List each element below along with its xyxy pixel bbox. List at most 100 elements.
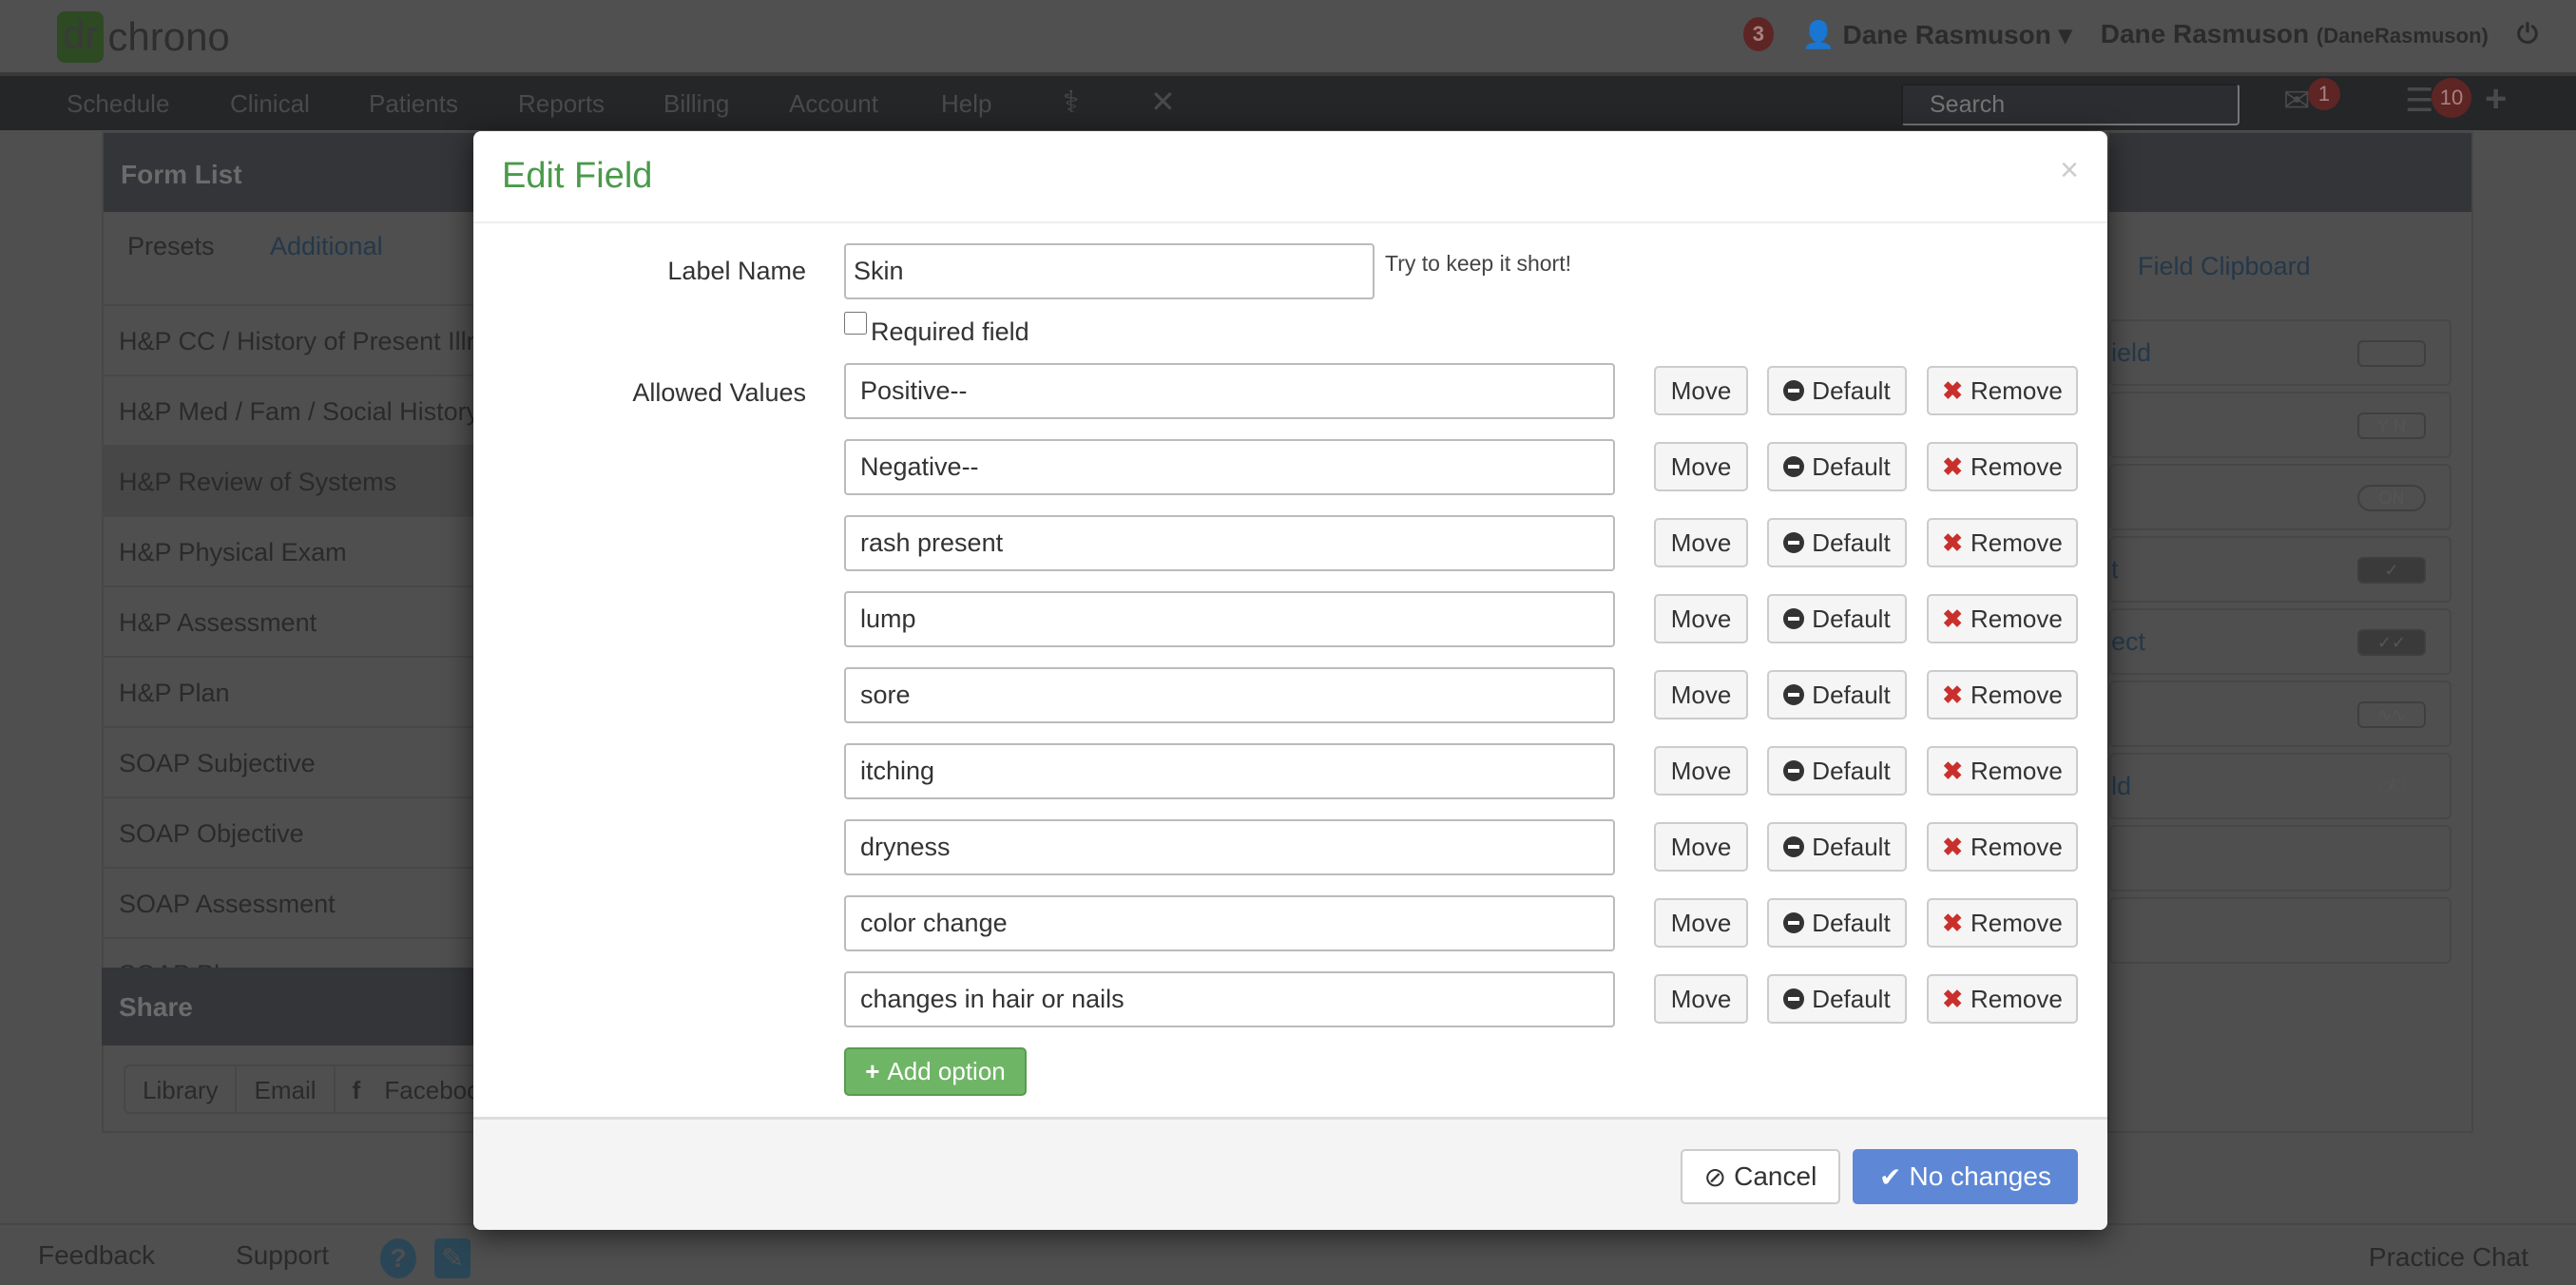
email-button[interactable]: Email bbox=[237, 1066, 336, 1112]
list-item[interactable]: H&P CC / History of Present Illness bbox=[104, 304, 490, 374]
list-item[interactable]: H&P Review of Systems bbox=[104, 445, 490, 515]
practice-chat-link[interactable]: Practice Chat bbox=[2369, 1242, 2528, 1273]
move-button[interactable]: Move bbox=[1654, 594, 1748, 643]
nav-account[interactable]: Account bbox=[789, 89, 878, 119]
library-button[interactable]: Library bbox=[125, 1066, 238, 1112]
move-button[interactable]: Move bbox=[1654, 822, 1748, 872]
close-icon[interactable]: × bbox=[2060, 152, 2079, 189]
field-type-text[interactable]: ield bbox=[2109, 319, 2451, 386]
remove-button[interactable]: ✖ Remove bbox=[1927, 746, 2078, 796]
minus-circle-icon bbox=[1783, 532, 1805, 553]
field-type-yes-no[interactable]: Y N bbox=[2109, 392, 2451, 458]
remove-x-icon: ✖ bbox=[1942, 604, 1963, 633]
move-button[interactable]: Move bbox=[1654, 518, 1748, 567]
allowed-value-text: rash present bbox=[860, 528, 1004, 557]
help-icon[interactable]: ? bbox=[380, 1238, 416, 1278]
move-button[interactable]: Move bbox=[1654, 366, 1748, 415]
list-item[interactable]: SOAP Objective bbox=[104, 796, 490, 867]
move-button[interactable]: Move bbox=[1654, 442, 1748, 491]
nav-reports[interactable]: Reports bbox=[518, 89, 605, 119]
default-button[interactable]: Default bbox=[1767, 442, 1907, 491]
field-type-toggle[interactable]: ON bbox=[2109, 464, 2451, 530]
notification-badge[interactable]: 3 bbox=[1742, 17, 1774, 51]
list-item[interactable]: H&P Plan bbox=[104, 656, 490, 726]
default-button[interactable]: Default bbox=[1767, 746, 1907, 796]
allowed-value-input[interactable]: rash present bbox=[844, 515, 1615, 571]
required-label[interactable]: Required field bbox=[871, 317, 1029, 347]
nav-clinical[interactable]: Clinical bbox=[230, 89, 310, 119]
nav-patients[interactable]: Patients bbox=[369, 89, 458, 119]
allowed-value-input[interactable]: color change bbox=[844, 895, 1615, 951]
remove-button[interactable]: ✖ Remove bbox=[1927, 974, 2078, 1024]
default-button[interactable]: Default bbox=[1767, 822, 1907, 872]
allowed-value-text: dryness bbox=[860, 833, 951, 861]
mail-icon[interactable]: ✉ bbox=[2283, 82, 2311, 120]
allowed-value-input[interactable]: Positive-- bbox=[844, 363, 1615, 419]
default-button[interactable]: Default bbox=[1767, 594, 1907, 643]
remove-button[interactable]: ✖ Remove bbox=[1927, 594, 2078, 643]
default-button[interactable]: Default bbox=[1767, 518, 1907, 567]
list-item[interactable]: H&P Assessment bbox=[104, 585, 490, 656]
tools-icon[interactable]: ✕ bbox=[1150, 84, 1176, 120]
nav-billing[interactable]: Billing bbox=[663, 89, 729, 119]
support-link[interactable]: Support bbox=[236, 1240, 329, 1271]
plus-icon[interactable]: + bbox=[2485, 78, 2507, 121]
move-button[interactable]: Move bbox=[1654, 670, 1748, 719]
nav-help[interactable]: Help bbox=[941, 89, 991, 119]
required-checkbox[interactable] bbox=[844, 312, 867, 335]
field-type-range[interactable]: ld □/□ bbox=[2109, 753, 2451, 819]
allowed-value-input[interactable]: itching bbox=[844, 743, 1615, 799]
label-name-input[interactable] bbox=[844, 243, 1375, 299]
default-button[interactable]: Default bbox=[1767, 366, 1907, 415]
allowed-value-input[interactable]: dryness bbox=[844, 819, 1615, 875]
caduceus-icon[interactable]: ⚕ bbox=[1063, 84, 1079, 120]
move-button[interactable]: Move bbox=[1654, 746, 1748, 796]
modal-title: Edit Field bbox=[502, 156, 653, 196]
minus-circle-icon bbox=[1783, 380, 1805, 401]
search-input[interactable] bbox=[1901, 84, 2240, 125]
default-button[interactable]: Default bbox=[1767, 974, 1907, 1024]
remove-button[interactable]: ✖ Remove bbox=[1927, 518, 2078, 567]
tab-additional[interactable]: Additional bbox=[270, 232, 383, 261]
allowed-value-input[interactable]: sore bbox=[844, 667, 1615, 723]
list-item[interactable]: SOAP Assessment bbox=[104, 867, 490, 937]
remove-button[interactable]: ✖ Remove bbox=[1927, 442, 2078, 491]
nav-schedule[interactable]: Schedule bbox=[67, 89, 169, 119]
field-type-other[interactable] bbox=[2109, 825, 2451, 892]
tab-field-clipboard[interactable]: Field Clipboard bbox=[2138, 252, 2311, 281]
add-option-button[interactable]: + Add option bbox=[844, 1047, 1027, 1096]
default-button[interactable]: Default bbox=[1767, 898, 1907, 948]
allowed-value-text: color change bbox=[860, 909, 1008, 937]
field-type-other[interactable] bbox=[2109, 897, 2451, 964]
list-item[interactable]: H&P Physical Exam bbox=[104, 515, 490, 585]
allowed-value-input[interactable]: Negative-- bbox=[844, 439, 1615, 495]
user-menu[interactable]: 👤 Dane Rasmuson ▾ bbox=[1802, 19, 2072, 50]
power-icon[interactable]: ⏻ bbox=[2517, 19, 2538, 50]
drchrono-logo[interactable]: dr chrono bbox=[57, 11, 230, 63]
feedback-link[interactable]: Feedback bbox=[38, 1240, 155, 1271]
allowed-value-input[interactable]: changes in hair or nails bbox=[844, 971, 1615, 1027]
allowed-value-input[interactable]: lump bbox=[844, 591, 1615, 647]
cancel-button[interactable]: ⊘ Cancel bbox=[1681, 1149, 1840, 1204]
user-name: Dane Rasmuson (DaneRasmuson) bbox=[2100, 19, 2489, 48]
list-item[interactable]: SOAP Subjective bbox=[104, 726, 490, 796]
list-item[interactable]: H&P Med / Fam / Social History bbox=[104, 374, 490, 445]
move-button[interactable]: Move bbox=[1654, 974, 1748, 1024]
tab-presets[interactable]: Presets bbox=[127, 232, 215, 261]
remove-button[interactable]: ✖ Remove bbox=[1927, 822, 2078, 872]
remove-button[interactable]: ✖ Remove bbox=[1927, 670, 2078, 719]
save-button[interactable]: ✔ No changes bbox=[1853, 1149, 2078, 1204]
main-nav: Schedule Clinical Patients Reports Billi… bbox=[0, 72, 2576, 130]
move-button[interactable]: Move bbox=[1654, 898, 1748, 948]
field-type-select[interactable]: t ✓ bbox=[2109, 536, 2451, 603]
tasks-icon[interactable]: ☰ bbox=[2405, 82, 2433, 120]
field-type-signature[interactable]: ∿∿ bbox=[2109, 681, 2451, 747]
default-button[interactable]: Default bbox=[1767, 670, 1907, 719]
divider bbox=[473, 221, 2107, 223]
edit-icon[interactable]: ✎ bbox=[434, 1238, 471, 1278]
remove-button[interactable]: ✖ Remove bbox=[1927, 366, 2078, 415]
remove-button[interactable]: ✖ Remove bbox=[1927, 898, 2078, 948]
field-type-multiselect[interactable]: ect ✓✓ bbox=[2109, 608, 2451, 675]
tasks-badge: 10 bbox=[2432, 78, 2471, 118]
check-icon: ✓ bbox=[2357, 557, 2426, 584]
